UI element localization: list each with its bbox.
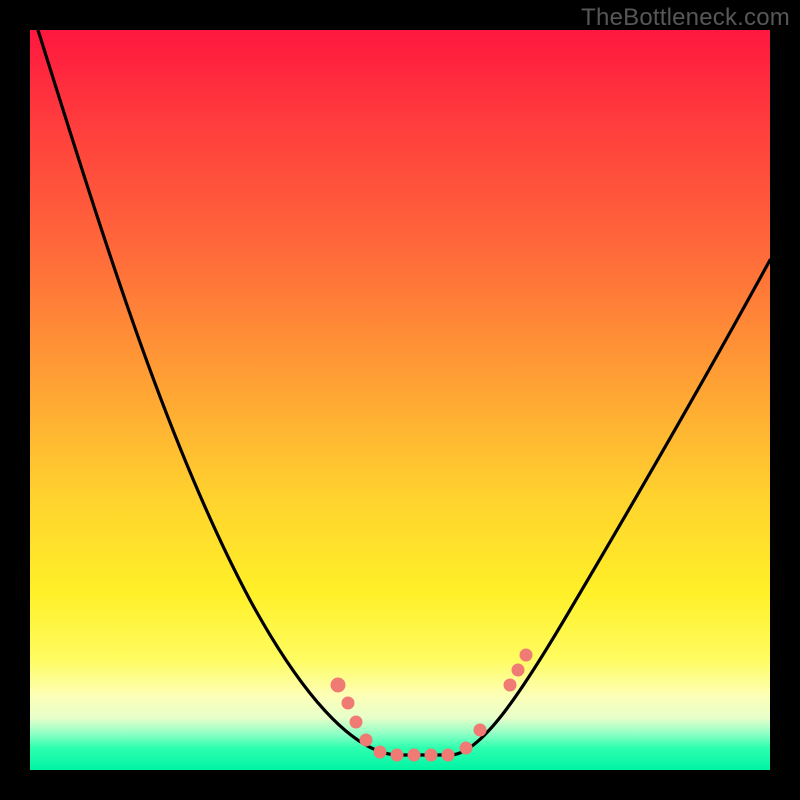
chart-marker-11 [504,679,516,691]
chart-svg [30,30,770,770]
chart-marker-2 [350,716,362,728]
chart-marker-4 [374,746,386,758]
chart-marker-3 [360,734,372,746]
chart-marker-1 [342,697,354,709]
chart-markers-group [331,649,532,761]
watermark-text: TheBottleneck.com [581,4,790,32]
chart-series-left-curve [38,30,450,755]
chart-marker-12 [512,664,524,676]
chart-marker-6 [408,749,420,761]
chart-frame: TheBottleneck.com [0,0,800,800]
chart-plot-area [30,30,770,770]
chart-marker-5 [391,749,403,761]
chart-marker-10 [474,724,486,736]
chart-marker-13 [520,649,532,661]
chart-marker-0 [331,678,345,692]
chart-marker-8 [442,749,454,761]
chart-series-right-curve [450,260,770,755]
chart-marker-9 [460,742,472,754]
chart-curves-group [38,30,770,755]
chart-marker-7 [425,749,437,761]
